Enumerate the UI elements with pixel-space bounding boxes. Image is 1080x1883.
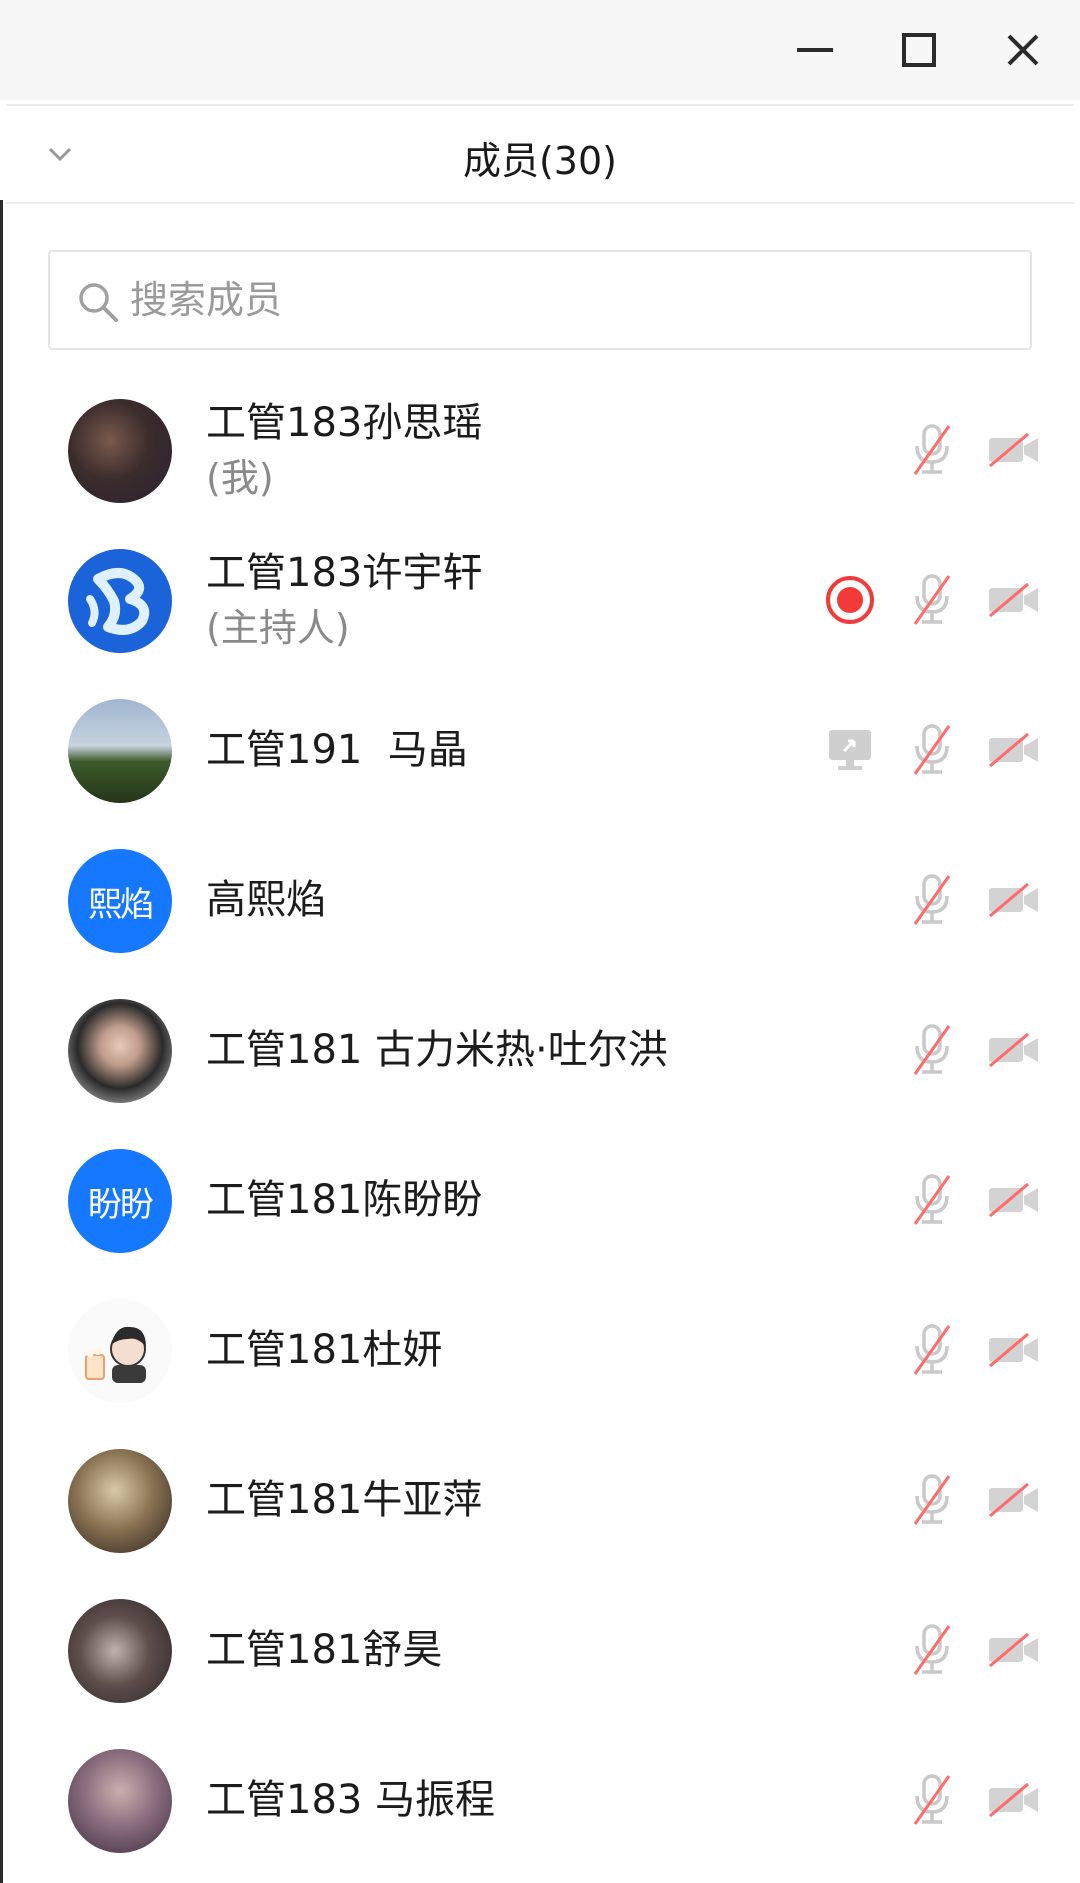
member-row[interactable]: 工管181 古力米热·吐尔洪 bbox=[0, 975, 1080, 1125]
close-button[interactable] bbox=[988, 18, 1058, 82]
member-name: 工管181 古力米热·吐尔洪 bbox=[206, 1027, 668, 1073]
camera-off-icon[interactable] bbox=[986, 872, 1042, 928]
member-name: 工管183 马振程 bbox=[206, 1777, 496, 1823]
recording-icon bbox=[822, 572, 878, 628]
mic-muted-icon[interactable] bbox=[904, 1622, 960, 1678]
member-row[interactable]: 工管183许宇轩 (主持人) bbox=[0, 525, 1080, 675]
member-row[interactable]: 工管183孙思瑶 (我) bbox=[0, 375, 1080, 525]
minimize-icon bbox=[797, 48, 833, 52]
mic-muted-icon[interactable] bbox=[904, 422, 960, 478]
camera-off-icon[interactable] bbox=[986, 722, 1042, 778]
mic-muted-icon[interactable] bbox=[904, 1772, 960, 1828]
mic-muted-icon[interactable] bbox=[904, 1472, 960, 1528]
avatar bbox=[68, 999, 172, 1103]
avatar bbox=[68, 1599, 172, 1703]
mic-muted-icon[interactable] bbox=[904, 1322, 960, 1378]
member-row[interactable]: 盼盼 工管181陈盼盼 bbox=[0, 1125, 1080, 1275]
members-panel-header: 成员(30) bbox=[6, 104, 1074, 204]
member-name: 工管181陈盼盼 bbox=[206, 1177, 483, 1223]
avatar bbox=[68, 1299, 172, 1403]
search-input[interactable] bbox=[130, 268, 1010, 332]
close-icon bbox=[1007, 34, 1039, 66]
member-name: 工管183孙思瑶 bbox=[206, 400, 483, 446]
camera-off-icon[interactable] bbox=[986, 1022, 1042, 1078]
member-role: (我) bbox=[206, 456, 274, 500]
mic-muted-icon[interactable] bbox=[904, 572, 960, 628]
member-name: 工管181舒昊 bbox=[206, 1627, 443, 1673]
mic-muted-icon[interactable] bbox=[904, 872, 960, 928]
avatar bbox=[68, 399, 172, 503]
mic-muted-icon[interactable] bbox=[904, 722, 960, 778]
mic-muted-icon[interactable] bbox=[904, 1172, 960, 1228]
member-name: 工管191 马晶 bbox=[206, 727, 468, 773]
camera-off-icon[interactable] bbox=[986, 572, 1042, 628]
member-name: 工管183许宇轩 bbox=[206, 550, 483, 596]
avatar: 熙焰 bbox=[68, 849, 172, 953]
avatar bbox=[68, 549, 172, 653]
avatar: 盼盼 bbox=[68, 1149, 172, 1253]
minimize-button[interactable] bbox=[780, 18, 850, 82]
camera-off-icon[interactable] bbox=[986, 1622, 1042, 1678]
search-box[interactable] bbox=[48, 250, 1032, 350]
title-bar bbox=[0, 0, 1080, 100]
members-count-title: 成员(30) bbox=[462, 139, 617, 183]
member-role: (主持人) bbox=[206, 606, 350, 650]
avatar bbox=[68, 1449, 172, 1553]
avatar-cartoon-image bbox=[85, 1326, 146, 1383]
maximize-button[interactable] bbox=[884, 18, 954, 82]
avatar bbox=[68, 1749, 172, 1853]
camera-off-icon[interactable] bbox=[986, 422, 1042, 478]
camera-off-icon[interactable] bbox=[986, 1472, 1042, 1528]
avatar bbox=[68, 699, 172, 803]
search-icon bbox=[79, 283, 118, 322]
screen-share-icon bbox=[822, 722, 878, 778]
avatar-initials: 盼盼 bbox=[88, 1184, 154, 1225]
avatar-initials: 熙焰 bbox=[88, 884, 154, 925]
member-list: 工管183孙思瑶 (我) 工管183许宇轩 (主持人) 工管191 马晶 熙焰 … bbox=[0, 375, 1080, 1875]
member-row[interactable]: 工管191 马晶 bbox=[0, 675, 1080, 825]
member-name: 工管181牛亚萍 bbox=[206, 1477, 483, 1523]
camera-off-icon[interactable] bbox=[986, 1322, 1042, 1378]
member-row[interactable]: 工管181杜妍 bbox=[0, 1275, 1080, 1425]
avatar-logo-image bbox=[86, 568, 150, 635]
member-row[interactable]: 工管181舒昊 bbox=[0, 1575, 1080, 1725]
camera-off-icon[interactable] bbox=[986, 1772, 1042, 1828]
maximize-icon bbox=[902, 33, 936, 67]
camera-off-icon[interactable] bbox=[986, 1172, 1042, 1228]
member-name: 工管181杜妍 bbox=[206, 1327, 443, 1373]
member-row[interactable]: 熙焰 高熙焰 bbox=[0, 825, 1080, 975]
mic-muted-icon[interactable] bbox=[904, 1022, 960, 1078]
member-row[interactable]: 工管181牛亚萍 bbox=[0, 1425, 1080, 1575]
member-name: 高熙焰 bbox=[206, 877, 326, 923]
member-row[interactable]: 工管183 马振程 bbox=[0, 1725, 1080, 1875]
